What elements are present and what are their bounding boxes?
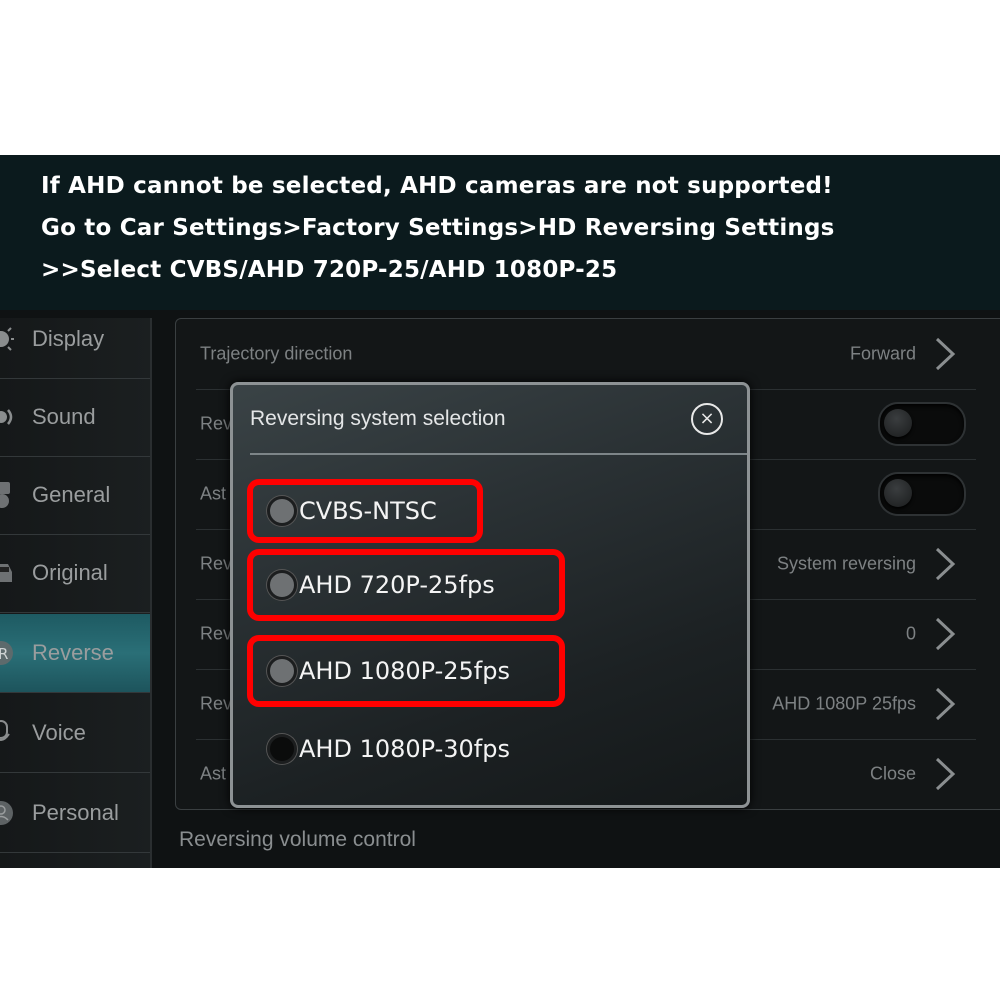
option-ahd-720p-25fps[interactable]: AHD 720P-25fps: [247, 549, 565, 621]
sidebar-item-original[interactable]: Original: [0, 534, 150, 613]
radio-button[interactable]: [267, 656, 297, 686]
option-ahd-1080p-30fps[interactable]: AHD 1080P-30fps: [253, 723, 559, 775]
toggle-switch[interactable]: [878, 402, 966, 446]
setting-value: System reversing: [776, 553, 916, 574]
toggle-knob: [884, 479, 912, 507]
car-icon: [0, 564, 12, 582]
reversing-volume-control-label[interactable]: Reversing volume control: [179, 828, 416, 852]
setting-label: Rev: [200, 623, 233, 644]
option-label: AHD 1080P-30fps: [299, 735, 510, 763]
banner-line-2: Go to Car Settings>Factory Settings>HD R…: [41, 215, 835, 241]
sidebar-label: Reverse: [32, 640, 114, 665]
sidebar-item-personal[interactable]: Personal: [0, 774, 150, 853]
setting-value: Close: [869, 763, 916, 784]
setting-label: Ast: [200, 763, 227, 784]
chevron-right-icon: [935, 617, 956, 651]
speaker-icon: [0, 409, 13, 425]
reversing-system-dialog: Reversing system selection × CVBS-NTSC A…: [230, 382, 750, 808]
sidebar-label: General: [32, 482, 111, 507]
setting-value: AHD 1080P 25fps: [772, 693, 916, 714]
sidebar-label: Original: [32, 560, 108, 585]
sidebar-item-display[interactable]: Display: [0, 310, 150, 379]
general-icon: [0, 482, 10, 508]
banner-line-1: If AHD cannot be selected, AHD cameras a…: [41, 173, 833, 199]
chevron-right-icon: [935, 337, 956, 371]
option-label: AHD 1080P-25fps: [299, 657, 510, 685]
chevron-right-icon: [935, 547, 956, 581]
setting-label: Rev: [200, 413, 233, 434]
svg-text:R: R: [0, 645, 8, 663]
banner-line-3: >>Select CVBS/AHD 720P-25/AHD 1080P-25: [41, 257, 618, 283]
sidebar-label: Personal: [32, 800, 119, 825]
sidebar-label: Voice: [32, 720, 86, 745]
setting-label: Trajectory direction: [200, 343, 353, 364]
setting-value: 0: [905, 623, 916, 644]
dialog-divider: [250, 453, 747, 455]
setting-label: Rev: [200, 553, 233, 574]
option-label: CVBS-NTSC: [299, 497, 437, 525]
radio-button[interactable]: [267, 496, 297, 526]
radio-button[interactable]: [267, 734, 297, 764]
sidebar-item-voice[interactable]: Voice: [0, 694, 150, 773]
sidebar-item-sound[interactable]: Sound: [0, 378, 150, 457]
radio-button[interactable]: [267, 570, 297, 600]
sidebar-item-general[interactable]: General: [0, 456, 150, 535]
sidebar-label: Sound: [32, 404, 96, 429]
brightness-icon: [0, 327, 14, 351]
settings-sidebar: Display Sound General Original R Reverse…: [0, 318, 152, 868]
chevron-right-icon: [935, 687, 956, 721]
setting-row-trajectory-direction[interactable]: Trajectory direction Forward: [196, 319, 976, 390]
option-ahd-1080p-25fps[interactable]: AHD 1080P-25fps: [247, 635, 565, 707]
sidebar-item-reverse[interactable]: R Reverse: [0, 614, 150, 693]
instruction-banner: If AHD cannot be selected, AHD cameras a…: [0, 155, 1000, 310]
toggle-knob: [884, 409, 912, 437]
car-settings-screen: Display Sound General Original R Reverse…: [0, 310, 1000, 868]
option-label: AHD 720P-25fps: [299, 571, 495, 599]
dialog-title: Reversing system selection: [250, 407, 506, 430]
toggle-switch[interactable]: [878, 472, 966, 516]
sidebar-label: Display: [32, 326, 105, 351]
option-cvbs-ntsc[interactable]: CVBS-NTSC: [247, 479, 483, 543]
close-icon[interactable]: ×: [691, 403, 723, 435]
setting-label: Ast: [200, 483, 227, 504]
chevron-right-icon: [935, 757, 956, 791]
person-icon: [0, 801, 13, 825]
setting-label: Rev: [200, 693, 233, 714]
microphone-icon: [0, 720, 10, 741]
setting-value: Forward: [849, 343, 916, 364]
reverse-r-icon: R: [0, 641, 13, 665]
